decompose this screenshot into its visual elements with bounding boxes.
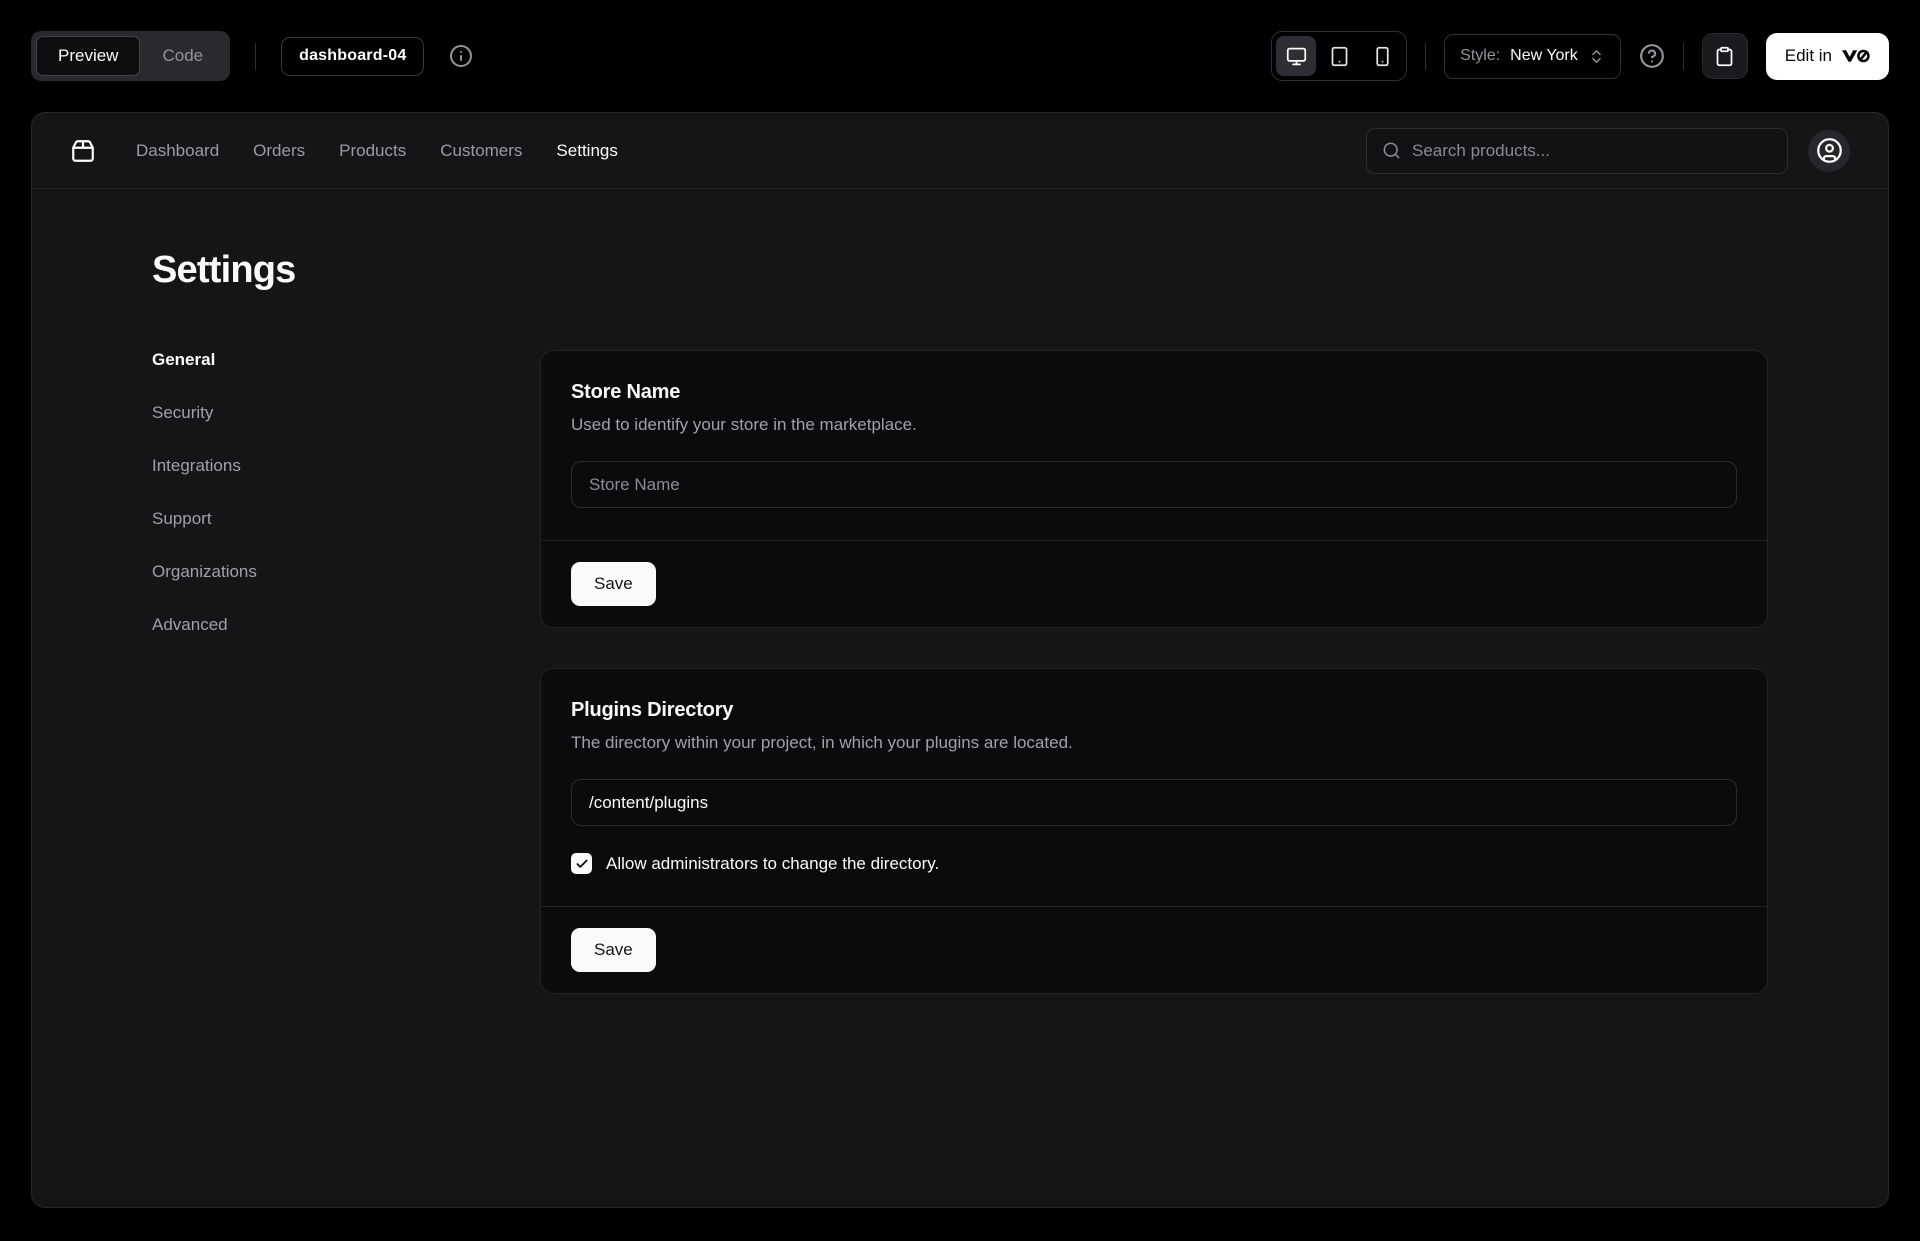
settings-sidebar: General Security Integrations Support Or…: [152, 350, 540, 635]
sidebar-item-support[interactable]: Support: [152, 509, 540, 529]
sidebar-item-security[interactable]: Security: [152, 403, 540, 423]
code-tab[interactable]: Code: [140, 36, 225, 76]
edit-in-v0-label: Edit in: [1785, 46, 1832, 66]
divider: [255, 43, 256, 70]
style-select-value: New York: [1510, 47, 1578, 65]
device-toggle-group: [1271, 31, 1407, 81]
chevrons-up-down-icon: [1588, 48, 1605, 65]
allow-admins-label[interactable]: Allow administrators to change the direc…: [606, 854, 939, 874]
plugins-directory-save-button[interactable]: Save: [571, 928, 656, 972]
info-circle-icon: [449, 44, 473, 68]
nav-link-settings[interactable]: Settings: [556, 141, 617, 161]
settings-cards: Store Name Used to identify your store i…: [540, 350, 1768, 994]
page-title: Settings: [152, 249, 1768, 292]
divider: [1425, 43, 1426, 70]
tablet-icon: [1329, 46, 1350, 67]
allow-admins-checkbox[interactable]: [571, 853, 592, 874]
search-box: [1366, 128, 1788, 174]
store-name-input[interactable]: [571, 461, 1737, 508]
plugins-directory-card: Plugins Directory The directory within y…: [540, 668, 1768, 994]
preview-panel: Dashboard Orders Products Customers Sett…: [31, 112, 1889, 1208]
plugins-directory-input[interactable]: [571, 779, 1737, 826]
mobile-view-button[interactable]: [1362, 36, 1402, 76]
v0-logo: [1841, 48, 1870, 64]
help-button[interactable]: [1639, 43, 1665, 69]
edit-in-v0-button[interactable]: Edit in: [1766, 33, 1889, 80]
sidebar-item-integrations[interactable]: Integrations: [152, 456, 540, 476]
store-name-card-description: Used to identify your store in the marke…: [571, 415, 1737, 435]
nav-link-customers[interactable]: Customers: [440, 141, 522, 161]
settings-page: Settings General Security Integrations S…: [32, 189, 1888, 994]
toolbar-left: Preview Code dashboard-04: [31, 31, 473, 81]
sidebar-item-organizations[interactable]: Organizations: [152, 562, 540, 582]
info-button[interactable]: [449, 44, 473, 68]
toolbar-right: Style: New York Edit in: [1271, 31, 1889, 81]
user-menu-button[interactable]: [1808, 130, 1850, 172]
copy-code-button[interactable]: [1702, 33, 1748, 79]
circle-user-icon: [1816, 137, 1843, 164]
tablet-view-button[interactable]: [1319, 36, 1359, 76]
sidebar-item-advanced[interactable]: Advanced: [152, 615, 540, 635]
preview-code-toggle: Preview Code: [31, 31, 230, 81]
store-name-card-content: [541, 435, 1767, 540]
style-select[interactable]: Style: New York: [1444, 34, 1621, 79]
smartphone-icon: [1372, 46, 1393, 67]
preview-tab[interactable]: Preview: [36, 36, 140, 76]
plugins-directory-card-footer: Save: [541, 906, 1767, 993]
plugins-directory-card-description: The directory within your project, in wh…: [571, 733, 1737, 753]
allow-admins-row: Allow administrators to change the direc…: [571, 853, 1737, 874]
store-name-card-footer: Save: [541, 540, 1767, 627]
app-header-right: [1366, 128, 1850, 174]
desktop-view-button[interactable]: [1276, 36, 1316, 76]
monitor-icon: [1286, 46, 1307, 67]
store-name-card: Store Name Used to identify your store i…: [540, 350, 1768, 628]
store-name-card-header: Store Name Used to identify your store i…: [541, 351, 1767, 435]
search-input[interactable]: [1412, 141, 1772, 161]
clipboard-icon: [1714, 46, 1735, 67]
toolbar: Preview Code dashboard-04: [0, 0, 1920, 112]
nav-link-dashboard[interactable]: Dashboard: [136, 141, 219, 161]
package-icon: [70, 138, 96, 164]
store-name-save-button[interactable]: Save: [571, 562, 656, 606]
sidebar-item-general[interactable]: General: [152, 350, 540, 370]
store-logo-button[interactable]: [70, 138, 96, 164]
app-header: Dashboard Orders Products Customers Sett…: [32, 113, 1888, 189]
style-select-label: Style:: [1460, 47, 1500, 65]
settings-layout: General Security Integrations Support Or…: [152, 350, 1768, 994]
block-name-badge: dashboard-04: [281, 37, 424, 76]
store-name-card-title: Store Name: [571, 381, 1737, 404]
nav-link-orders[interactable]: Orders: [253, 141, 305, 161]
plugins-directory-card-header: Plugins Directory The directory within y…: [541, 669, 1767, 753]
plugins-directory-card-title: Plugins Directory: [571, 699, 1737, 722]
divider: [1683, 43, 1684, 70]
help-circle-icon: [1639, 43, 1665, 69]
search-icon: [1382, 141, 1401, 160]
plugins-directory-card-content: Allow administrators to change the direc…: [541, 753, 1767, 906]
check-icon: [575, 857, 589, 871]
nav-link-products[interactable]: Products: [339, 141, 406, 161]
